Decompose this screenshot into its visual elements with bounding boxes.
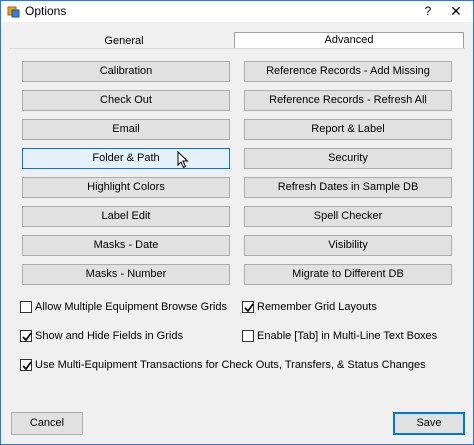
- reference-records-add-missing-button[interactable]: Reference Records - Add Missing: [244, 61, 452, 82]
- mouse-cursor-icon: [177, 151, 189, 169]
- options-dialog: Options ? ✕ General Advanced Calibration…: [0, 0, 474, 445]
- title-bar[interactable]: Options ? ✕: [1, 1, 473, 22]
- reference-records-refresh-all-button[interactable]: Reference Records - Refresh All: [244, 90, 452, 111]
- checkbox-label: Allow Multiple Equipment Browse Grids: [35, 301, 227, 313]
- save-button[interactable]: Save: [393, 412, 465, 435]
- checkbox-label: Show and Hide Fields in Grids: [35, 330, 183, 342]
- checkbox-label: Use Multi-Equipment Transactions for Che…: [35, 359, 426, 371]
- email-button[interactable]: Email: [22, 119, 230, 140]
- window-title: Options: [25, 4, 67, 18]
- masks-number-button[interactable]: Masks - Number: [22, 264, 230, 285]
- checkmark-icon: [244, 303, 254, 313]
- checkbox-label: Enable [Tab] in Multi-Line Text Boxes: [257, 330, 438, 342]
- tab-advanced[interactable]: Advanced: [234, 32, 464, 49]
- checkmark-icon: [22, 332, 32, 342]
- cancel-button[interactable]: Cancel: [11, 412, 83, 435]
- visibility-button[interactable]: Visibility: [244, 235, 452, 256]
- close-button[interactable]: ✕: [439, 1, 473, 22]
- checkbox-box[interactable]: [20, 359, 32, 371]
- label-edit-button[interactable]: Label Edit: [22, 206, 230, 227]
- spell-checker-button[interactable]: Spell Checker: [244, 206, 452, 227]
- check-out-button[interactable]: Check Out: [22, 90, 230, 111]
- report-label-button[interactable]: Report & Label: [244, 119, 452, 140]
- highlight-colors-button[interactable]: Highlight Colors: [22, 177, 230, 198]
- masks-date-button[interactable]: Masks - Date: [22, 235, 230, 256]
- app-icon: [7, 6, 20, 18]
- folder-path-button[interactable]: Folder & Path: [22, 148, 230, 169]
- checkbox-label: Remember Grid Layouts: [257, 301, 377, 313]
- checkbox-box[interactable]: [242, 301, 254, 313]
- checkbox-box[interactable]: [20, 301, 32, 313]
- security-button[interactable]: Security: [244, 148, 452, 169]
- checkbox-box[interactable]: [242, 330, 254, 342]
- refresh-dates-sample-db-button[interactable]: Refresh Dates in Sample DB: [244, 177, 452, 198]
- calibration-button[interactable]: Calibration: [22, 61, 230, 82]
- migrate-db-button[interactable]: Migrate to Different DB: [244, 264, 452, 285]
- checkbox-box[interactable]: [20, 330, 32, 342]
- checkmark-icon: [22, 361, 32, 371]
